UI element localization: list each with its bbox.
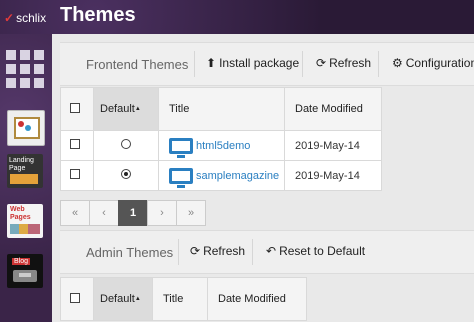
configuration-label: Configuration — [405, 56, 474, 70]
frontend-themes-toolbar: Frontend Themes ⬆ Install package ⟳ Refres… — [60, 42, 474, 86]
col-default-label: Default — [100, 293, 135, 305]
sort-asc-icon: ▲ — [134, 296, 141, 303]
col-date-label: Date Modified — [295, 103, 363, 115]
install-package-label: Install package — [219, 56, 300, 70]
table-row: samplemagazine 2019-May-14 — [60, 160, 382, 191]
sidebar-item-blog[interactable]: Blog — [7, 254, 43, 288]
logo-mark: ✓ — [4, 11, 15, 25]
monitor-icon — [169, 167, 193, 188]
default-radio-selected[interactable] — [121, 169, 131, 179]
col-title-label: Title — [169, 103, 190, 115]
configuration-button[interactable]: ⚙ Configuration — [392, 56, 474, 70]
col-title[interactable]: Title — [158, 87, 285, 131]
default-radio[interactable] — [121, 139, 131, 149]
table-header-row: Default▲ Title Date Modified — [60, 87, 382, 131]
tile-landing-text: Landing Page — [9, 157, 34, 172]
refresh-icon: ⟳ — [316, 56, 327, 70]
admin-refresh-button[interactable]: ⟳ Refresh — [190, 244, 245, 258]
admin-themes-title: Admin Themes — [86, 245, 174, 260]
admin-themes-table: Default▲ Title Date Modified — [60, 277, 307, 321]
frontend-refresh-label: Refresh — [329, 56, 372, 70]
undo-icon: ↶ — [266, 244, 277, 258]
monitor-icon — [169, 137, 193, 158]
select-all-checkbox[interactable] — [70, 102, 80, 113]
prev-page-button[interactable]: ‹ — [89, 200, 119, 226]
gear-icon: ⚙ — [392, 56, 403, 70]
tile-blog-text: Blog — [12, 258, 31, 265]
refresh-icon: ⟳ — [190, 244, 201, 258]
col-date-modified[interactable]: Date Modified — [284, 87, 382, 131]
page-title: Themes — [60, 4, 136, 26]
first-page-button[interactable]: « — [60, 200, 90, 226]
sidebar: Landing Page Web Pages Blog — [0, 34, 52, 322]
reset-to-default-button[interactable]: ↶ Reset to Default — [266, 244, 365, 258]
admin-themes-toolbar: Admin Themes ⟳ Refresh ↶ Reset to Default — [60, 230, 474, 274]
row-checkbox[interactable] — [70, 139, 80, 149]
col-date-modified[interactable]: Date Modified — [207, 277, 307, 321]
next-page-button[interactable]: › — [147, 200, 177, 226]
col-default[interactable]: Default▲ — [93, 87, 159, 131]
app-grid-icon[interactable] — [6, 50, 44, 88]
last-page-button[interactable]: » — [176, 200, 206, 226]
table-row: html5demo 2019-May-14 — [60, 130, 382, 161]
admin-refresh-label: Refresh — [203, 244, 246, 258]
select-all-checkbox[interactable] — [70, 292, 80, 303]
date-cell: 2019-May-14 — [284, 160, 382, 191]
tile-webpages-text: Web Pages — [10, 206, 31, 221]
frontend-themes-table: Default▲ Title Date Modified html5demo 2… — [60, 87, 382, 191]
top-bar: ✓ schlix Themes — [0, 0, 474, 34]
theme-link[interactable]: html5demo — [196, 140, 250, 152]
sort-asc-icon: ▲ — [134, 106, 141, 113]
theme-link[interactable]: samplemagazine — [196, 170, 279, 182]
schlix-logo[interactable]: ✓ schlix — [4, 11, 46, 25]
select-all-cell — [60, 87, 94, 131]
col-default[interactable]: Default▲ — [93, 277, 153, 321]
current-page-button[interactable]: 1 — [118, 200, 148, 226]
reset-to-default-label: Reset to Default — [279, 244, 366, 258]
pagination: « ‹ 1 › » — [60, 200, 206, 226]
upload-icon: ⬆ — [206, 56, 217, 70]
col-title[interactable]: Title — [152, 277, 208, 321]
row-checkbox[interactable] — [70, 169, 80, 179]
date-cell: 2019-May-14 — [284, 130, 382, 161]
install-package-button[interactable]: ⬆ Install package — [206, 56, 299, 70]
table-header-row: Default▲ Title Date Modified — [60, 277, 307, 321]
col-date-label: Date Modified — [218, 293, 286, 305]
frontend-themes-title: Frontend Themes — [86, 57, 189, 72]
sidebar-item-landing-page[interactable]: Landing Page — [7, 154, 43, 188]
col-default-label: Default — [100, 103, 135, 115]
sidebar-item-web-pages[interactable]: Web Pages — [7, 204, 43, 238]
logo-text: schlix — [16, 11, 47, 25]
sidebar-item-themes[interactable] — [7, 110, 45, 146]
select-all-cell — [60, 277, 94, 321]
col-title-label: Title — [163, 293, 184, 305]
frontend-refresh-button[interactable]: ⟳ Refresh — [316, 56, 371, 70]
